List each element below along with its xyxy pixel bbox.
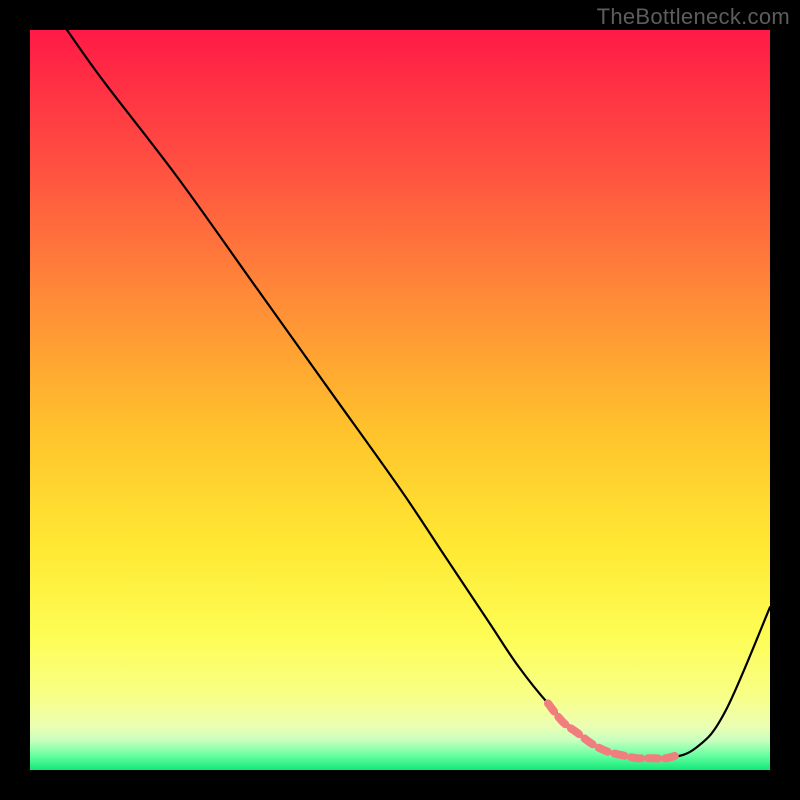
chart-container: TheBottleneck.com xyxy=(0,0,800,800)
bottleneck-curve xyxy=(67,30,770,759)
watermark-label: TheBottleneck.com xyxy=(597,4,790,30)
optimal-band-highlight xyxy=(548,703,681,758)
curve-layer xyxy=(30,30,770,770)
plot-area xyxy=(30,30,770,770)
